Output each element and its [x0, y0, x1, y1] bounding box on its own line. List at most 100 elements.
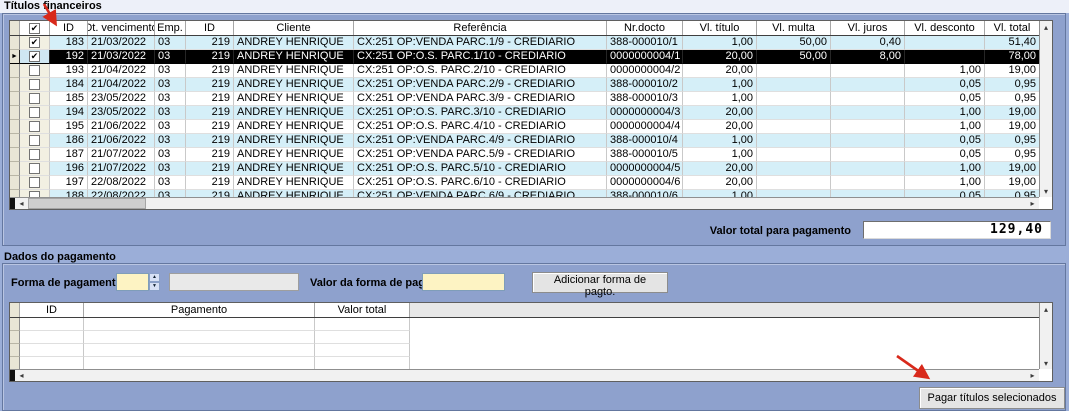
- titles-grid-row[interactable]: ✔18321/03/202203219ANDREY HENRIQUECX:251…: [10, 36, 1039, 50]
- header-emp[interactable]: Emp.: [155, 21, 186, 35]
- checkbox-unchecked-icon[interactable]: [29, 65, 40, 76]
- checkbox-unchecked-icon[interactable]: [29, 93, 40, 104]
- spin-down-icon[interactable]: ▼: [149, 282, 160, 291]
- hscroll-thumb[interactable]: [28, 198, 146, 209]
- scroll-down-icon[interactable]: ▾: [1040, 185, 1052, 197]
- scroll-up-icon[interactable]: ▴: [1040, 303, 1052, 315]
- header-select-all-cell[interactable]: ✔: [20, 21, 50, 35]
- row-checkbox-cell[interactable]: [20, 92, 50, 106]
- scroll-up-icon[interactable]: ▴: [1040, 21, 1052, 33]
- titles-grid-row[interactable]: 19521/06/202203219ANDREY HENRIQUECX:251 …: [10, 120, 1039, 134]
- payment-amount-input[interactable]: [422, 273, 505, 291]
- titles-grid-hscrollbar[interactable]: ◂ ▸: [10, 197, 1039, 209]
- scroll-right-icon[interactable]: ▸: [1026, 198, 1039, 209]
- header-reference[interactable]: Referência: [354, 21, 607, 35]
- row-checkbox-cell[interactable]: [20, 190, 50, 197]
- titles-grid-row[interactable]: 18421/04/202203219ANDREY HENRIQUECX:251 …: [10, 78, 1039, 92]
- titles-grid-row[interactable]: 18721/07/202203219ANDREY HENRIQUECX:251 …: [10, 148, 1039, 162]
- header-discount[interactable]: Vl. desconto: [905, 21, 985, 35]
- select-all-checkbox[interactable]: ✔: [29, 23, 40, 34]
- hscroll-track[interactable]: [28, 370, 1026, 381]
- cell-id: 193: [50, 64, 88, 78]
- row-indicator: [10, 331, 20, 344]
- empty-cell: [84, 318, 315, 331]
- row-indicator: [10, 162, 20, 176]
- scroll-down-icon[interactable]: ▾: [1040, 357, 1052, 369]
- cell-id: 185: [50, 92, 88, 106]
- header-doc-number[interactable]: Nr.docto: [607, 21, 683, 35]
- payments-header-filler: [410, 303, 1039, 317]
- cell-client_id: 219: [186, 36, 234, 50]
- payments-grid-hscrollbar[interactable]: ◂ ▸: [10, 369, 1039, 381]
- row-checkbox-cell[interactable]: [20, 78, 50, 92]
- header-due-date[interactable]: Dt. vencimento: [88, 21, 155, 35]
- titles-grid-row[interactable]: 19621/07/202203219ANDREY HENRIQUECX:251 …: [10, 162, 1039, 176]
- scroll-left-icon[interactable]: ◂: [15, 198, 28, 209]
- add-payment-button[interactable]: Adicionar forma de pagto.: [532, 272, 668, 293]
- cell-id: 194: [50, 106, 88, 120]
- cell-total: 19,00: [985, 176, 1039, 190]
- payment-method-code-input[interactable]: [116, 273, 149, 291]
- header-client-id[interactable]: ID: [186, 21, 234, 35]
- titles-grid-row[interactable]: 18523/05/202203219ANDREY HENRIQUECX:251 …: [10, 92, 1039, 106]
- row-checkbox-cell[interactable]: [20, 64, 50, 78]
- header-total[interactable]: Vl. total: [985, 21, 1039, 35]
- titles-grid-row[interactable]: 18621/06/202203219ANDREY HENRIQUECX:251 …: [10, 134, 1039, 148]
- titles-grid-row[interactable]: 19423/05/202203219ANDREY HENRIQUECX:251 …: [10, 106, 1039, 120]
- cell-discount: 1,00: [905, 106, 985, 120]
- checkbox-unchecked-icon[interactable]: [29, 79, 40, 90]
- payment-method-spinner[interactable]: ▲ ▼: [149, 273, 160, 291]
- scroll-right-icon[interactable]: ▸: [1026, 370, 1039, 381]
- checkbox-checked-icon[interactable]: ✔: [29, 51, 40, 62]
- row-checkbox-cell[interactable]: [20, 106, 50, 120]
- empty-cell: [315, 318, 410, 331]
- payments-grid-row[interactable]: [10, 344, 1039, 357]
- row-checkbox-cell[interactable]: [20, 134, 50, 148]
- header-fine[interactable]: Vl. multa: [757, 21, 831, 35]
- row-checkbox-cell[interactable]: [20, 162, 50, 176]
- titles-grid-row[interactable]: 19321/04/202203219ANDREY HENRIQUECX:251 …: [10, 64, 1039, 78]
- cell-interest: [831, 134, 905, 148]
- titles-grid-row[interactable]: 19722/08/202203219ANDREY HENRIQUECX:251 …: [10, 176, 1039, 190]
- pay-selected-button[interactable]: Pagar títulos selecionados: [919, 387, 1065, 409]
- cell-discount: 1,00: [905, 162, 985, 176]
- payments-grid-row[interactable]: [10, 357, 1039, 369]
- checkbox-unchecked-icon[interactable]: [29, 135, 40, 146]
- cell-interest: [831, 64, 905, 78]
- payments-grid-row[interactable]: [10, 318, 1039, 331]
- payments-grid-vscrollbar[interactable]: ▴ ▾: [1039, 303, 1052, 369]
- payments-header-id[interactable]: ID: [20, 303, 84, 317]
- titles-grid-vscrollbar[interactable]: ▴ ▾: [1039, 21, 1052, 197]
- payments-header-total[interactable]: Valor total: [315, 303, 410, 317]
- header-value[interactable]: Vl. título: [683, 21, 757, 35]
- header-id[interactable]: ID: [50, 21, 88, 35]
- header-client[interactable]: Cliente: [234, 21, 354, 35]
- row-checkbox-cell[interactable]: [20, 120, 50, 134]
- row-checkbox-cell[interactable]: [20, 148, 50, 162]
- checkbox-checked-icon[interactable]: ✔: [29, 37, 40, 48]
- header-interest[interactable]: Vl. juros: [831, 21, 905, 35]
- row-checkbox-cell[interactable]: ✔: [20, 50, 50, 64]
- payments-grid-row[interactable]: [10, 331, 1039, 344]
- titles-grid-row[interactable]: ►✔19221/03/202203219ANDREY HENRIQUECX:25…: [10, 50, 1039, 64]
- checkbox-unchecked-icon[interactable]: [29, 107, 40, 118]
- row-checkbox-cell[interactable]: [20, 176, 50, 190]
- row-indicator: [10, 176, 20, 190]
- hscroll-track[interactable]: [146, 198, 1026, 209]
- cell-id: 192: [50, 50, 88, 64]
- cell-due: 22/08/2022: [88, 190, 155, 197]
- scroll-left-icon[interactable]: ◂: [15, 370, 28, 381]
- checkbox-unchecked-icon[interactable]: [29, 121, 40, 132]
- row-checkbox-cell[interactable]: ✔: [20, 36, 50, 50]
- cell-value: 1,00: [683, 78, 757, 92]
- checkbox-unchecked-icon[interactable]: [29, 163, 40, 174]
- cell-fine: [757, 92, 831, 106]
- vscroll-track[interactable]: [1040, 315, 1052, 357]
- empty-cell: [315, 357, 410, 369]
- payments-header-payment[interactable]: Pagamento: [84, 303, 315, 317]
- vscroll-track[interactable]: [1040, 33, 1052, 185]
- checkbox-unchecked-icon[interactable]: [29, 149, 40, 160]
- titles-grid-row[interactable]: 18822/08/202203219ANDREY HENRIQUECX:251 …: [10, 190, 1039, 197]
- checkbox-unchecked-icon[interactable]: [29, 177, 40, 188]
- spin-up-icon[interactable]: ▲: [149, 273, 160, 282]
